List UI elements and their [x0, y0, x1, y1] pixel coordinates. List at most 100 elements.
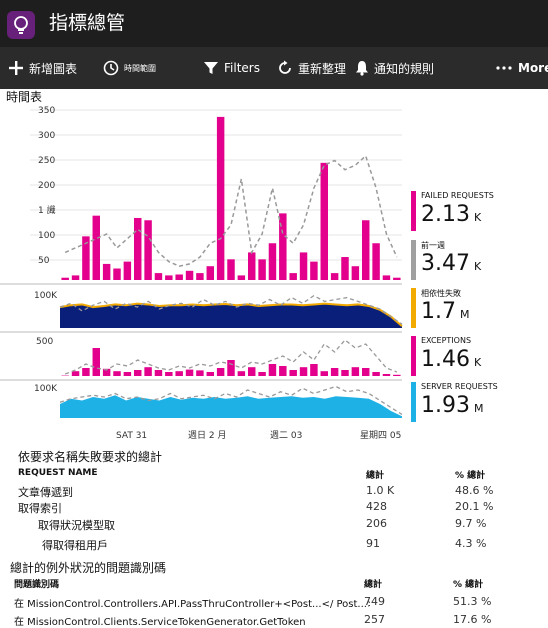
time-range-label: 時間範圍	[124, 63, 156, 73]
request-name[interactable]: 取得狀況模型取	[38, 517, 115, 533]
bar	[320, 162, 329, 280]
y-tick-label: 500	[36, 337, 53, 347]
bar	[144, 367, 152, 376]
metric-unit: K	[473, 260, 482, 273]
refresh-label: 重新整理	[298, 61, 347, 76]
metric-value: 1.46 K	[421, 347, 481, 372]
column-header[interactable]: 問題識別碼	[14, 577, 59, 590]
refresh-button[interactable]: 重新整理	[277, 47, 346, 89]
metric-failed-requests[interactable]: FAILED REQUESTS 2.13 K	[411, 191, 541, 231]
bar	[227, 360, 235, 376]
bar	[123, 261, 132, 280]
bar	[216, 116, 225, 280]
bar	[268, 243, 277, 280]
request-count: 91	[366, 537, 380, 550]
column-header[interactable]: 總計	[364, 577, 382, 590]
request-name[interactable]: 得取得租用戶	[42, 537, 108, 553]
bar	[351, 367, 360, 376]
series-area	[60, 303, 402, 328]
request-count: 206	[366, 517, 387, 530]
bar	[258, 372, 266, 376]
bar	[196, 273, 204, 280]
exception-problem-id[interactable]: 在 MissionControl.Clients.ServiceTokenGen…	[14, 613, 306, 628]
metric-label: FAILED REQUESTS	[421, 191, 494, 200]
column-header[interactable]: REQUEST NAME	[18, 468, 98, 478]
request-pct: 48.6 %	[455, 484, 494, 497]
exception-count: 257	[364, 613, 385, 626]
bar	[123, 372, 132, 376]
bar	[341, 370, 349, 376]
bar	[154, 370, 163, 376]
metric-number: 1.7	[421, 299, 456, 324]
plus-icon	[9, 61, 23, 75]
x-tick-label: SAT 31	[116, 431, 147, 441]
bar	[102, 263, 111, 280]
metric-number: 2.13	[421, 202, 470, 227]
metric-unit: K	[473, 356, 482, 369]
bell-icon	[356, 61, 368, 76]
bar	[237, 275, 246, 280]
add-chart-button[interactable]: 新增圖表	[8, 47, 77, 89]
x-tick-label: 週日 2 月	[188, 430, 226, 441]
exceptions-table-title: 總計的例外狀況的問題識別碼	[10, 561, 167, 575]
column-header[interactable]: 總計	[366, 468, 384, 481]
bar	[289, 273, 297, 280]
series-area	[60, 395, 402, 418]
request-pct: 20.1 %	[455, 500, 494, 513]
metric-color-bar	[411, 191, 416, 231]
exception-pct: 17.6 %	[453, 613, 492, 626]
metric-server-requests[interactable]: SERVER REQUESTS 1.93 M	[411, 382, 541, 422]
bar	[185, 369, 194, 376]
metric-value: 1.7 M	[421, 299, 470, 324]
request-name[interactable]: 取得索引	[18, 500, 62, 516]
bar	[61, 277, 69, 280]
bar	[247, 252, 256, 280]
metric-number: 3.47	[421, 251, 470, 276]
exception-count: 749	[364, 595, 385, 608]
metric-color-bar	[411, 240, 416, 280]
request-pct: 4.3 %	[455, 537, 487, 550]
y-tick-label: 100	[38, 231, 55, 241]
exception-problem-id[interactable]: 在 MissionControl.Controllers.API.PassThr…	[14, 595, 370, 610]
metric-unit: M	[460, 308, 470, 321]
metric-color-bar	[411, 336, 416, 376]
bar	[258, 259, 266, 280]
clock-icon	[103, 60, 119, 76]
toolbar: 新增圖表 時間範圍 Filters 重新整理 通知的規則 More	[0, 47, 548, 89]
bar	[279, 366, 287, 376]
bar	[185, 270, 194, 280]
column-header[interactable]: % 總計	[455, 468, 485, 481]
bar	[382, 374, 391, 376]
bar	[310, 364, 318, 376]
bar	[320, 371, 329, 376]
request-name[interactable]: 文章傳遞到	[18, 484, 73, 500]
metric-dependency-failures[interactable]: 相依性失敗 1.7 M	[411, 288, 541, 328]
bar	[382, 275, 391, 280]
metric-value: 3.47 K	[421, 251, 481, 276]
time-range-button[interactable]: 時間範圍	[103, 47, 156, 89]
bar	[175, 371, 183, 376]
metric-unit: K	[473, 211, 482, 224]
filters-button[interactable]: Filters	[203, 47, 260, 89]
alert-rules-label: 通知的規則	[374, 61, 435, 76]
bar	[133, 217, 142, 280]
more-button[interactable]: More	[495, 47, 548, 89]
bar	[361, 220, 370, 280]
alert-rules-button[interactable]: 通知的規則	[355, 47, 434, 89]
bar	[227, 259, 235, 280]
bar	[133, 370, 142, 376]
y-tick-label: 200	[38, 181, 55, 191]
page-title: 指標總管	[49, 12, 126, 34]
metric-exceptions[interactable]: EXCEPTIONS 1.46 K	[411, 336, 541, 376]
metric-color-bar	[411, 382, 416, 422]
y-tick-label: 350	[38, 106, 55, 116]
request-count: 428	[366, 500, 387, 513]
column-header[interactable]: % 總計	[453, 577, 483, 590]
metric-previous-week[interactable]: 前一週 3.47 K	[411, 240, 541, 280]
bar	[165, 275, 173, 280]
bulb-icon	[7, 11, 35, 39]
x-tick-label: 週二 03	[270, 430, 302, 441]
metric-label: 相依性失敗	[421, 289, 461, 298]
bar	[113, 268, 121, 280]
metric-value: 1.93 M	[421, 393, 483, 418]
